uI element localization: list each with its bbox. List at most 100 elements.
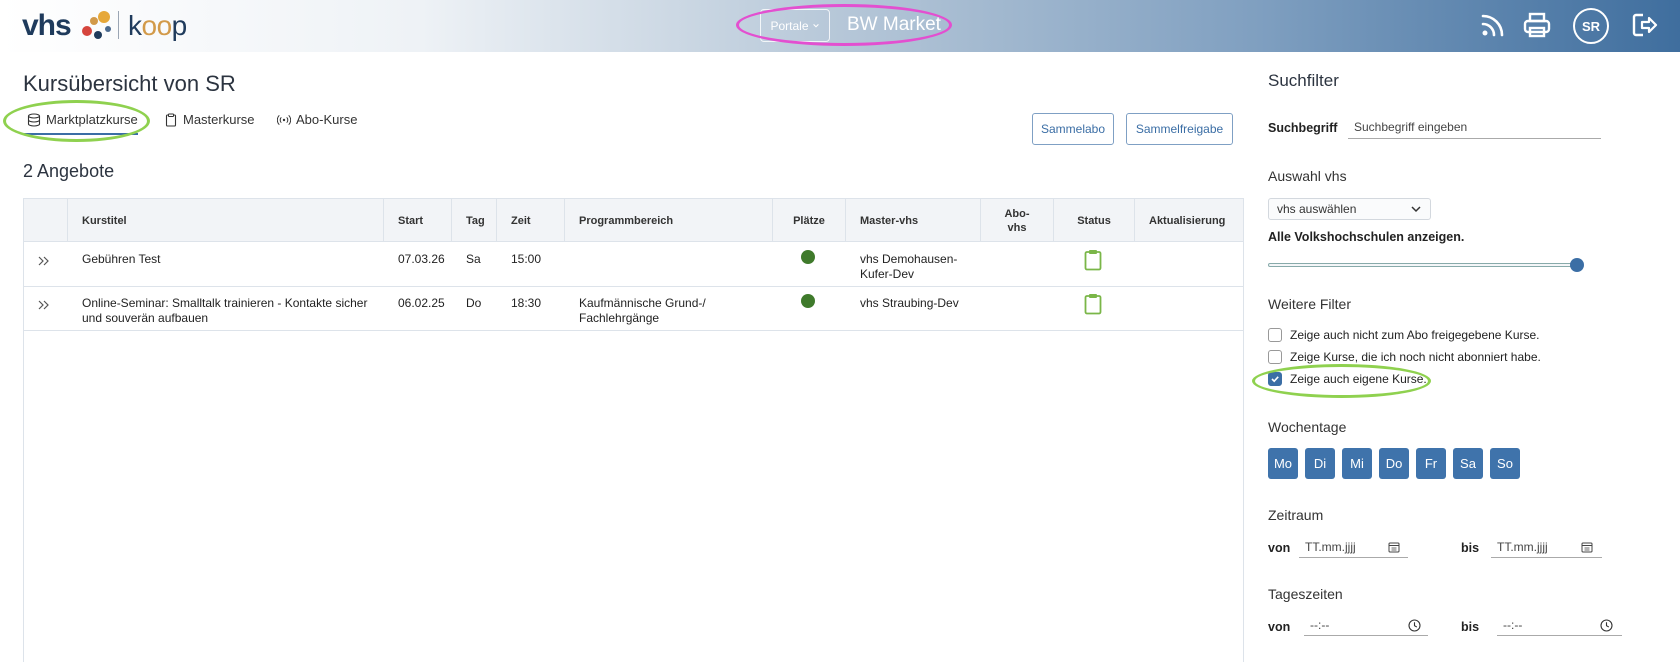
alle-vhs-label: Alle Volkshochschulen anzeigen. (1268, 230, 1465, 244)
day-button-di[interactable]: Di (1305, 448, 1335, 479)
cell-master-line1: vhs Straubing-Dev (860, 296, 959, 310)
day-button-so[interactable]: So (1490, 448, 1520, 479)
clipboard-status-icon[interactable] (1084, 249, 1102, 271)
day-button-mo[interactable]: Mo (1268, 448, 1298, 479)
header-programmbereich[interactable]: Programmbereich (564, 199, 772, 242)
day-button-fr[interactable]: Fr (1416, 448, 1446, 479)
zeitraum-von-label: von (1268, 541, 1291, 555)
highlight-ring-green-tab (3, 100, 150, 142)
vhs-select[interactable]: vhs auswählen (1268, 198, 1431, 220)
checkbox[interactable] (1268, 328, 1282, 342)
cell-kurstitel-line1: Gebühren Test (82, 252, 161, 266)
cell-start: 07.03.26 (398, 252, 445, 266)
logo-koop-k: k (128, 10, 142, 41)
filter-nicht-abonniert-label: Zeige Kurse, die ich noch nicht abonnier… (1290, 350, 1541, 364)
cell-master-vhs: vhs Demohausen- Kufer-Dev (860, 252, 975, 282)
header-kurstitel[interactable]: Kurstitel (67, 199, 383, 242)
filter-nicht-abo[interactable]: Zeige auch nicht zum Abo freigegebene Ku… (1268, 328, 1540, 342)
rss-icon[interactable] (1478, 10, 1508, 40)
clock-icon[interactable] (1408, 619, 1421, 632)
broadcast-icon (277, 114, 291, 125)
header-tag[interactable]: Tag (451, 199, 496, 242)
cell-zeit: 18:30 (511, 296, 542, 310)
highlight-ring-green-filter (1252, 364, 1431, 398)
expand-chevrons-icon[interactable] (36, 297, 52, 313)
cell-kurstitel-line2: und souverän aufbauen (82, 311, 209, 325)
tageszeit-von-label: von (1268, 620, 1291, 634)
tageszeit-von-placeholder: --:-- (1310, 617, 1330, 632)
cell-programmbereich: Kaufmännische Grund-/ Fachlehrgänge (579, 296, 769, 326)
cell-kurstitel[interactable]: Online-Seminar: Smalltalk trainieren - K… (82, 296, 378, 326)
cell-master-vhs: vhs Straubing-Dev (860, 296, 975, 311)
suchbegriff-input[interactable]: Suchbegriff eingeben (1348, 116, 1601, 139)
logo-koop-oo: oo (141, 10, 173, 41)
header-zeit[interactable]: Zeit (496, 199, 564, 242)
zeitraum-bis-label: bis (1461, 541, 1480, 555)
cell-tag: Sa (466, 252, 481, 266)
calendar-icon[interactable] (1581, 541, 1593, 553)
header-aktualisierung[interactable]: Aktualisierung (1134, 199, 1243, 242)
course-table: Kurstitel Start Tag Zeit Programmbereich… (23, 198, 1244, 662)
logout-icon[interactable] (1630, 10, 1660, 40)
expand-chevrons-icon[interactable] (36, 253, 52, 269)
logo-koop-p: p (171, 10, 188, 41)
tageszeiten-label: Tageszeiten (1268, 586, 1343, 602)
clock-icon[interactable] (1600, 619, 1613, 632)
header-abo-line2: vhs (1007, 221, 1027, 234)
auswahl-vhs-label: Auswahl vhs (1268, 168, 1347, 184)
top-header: vhs koop Portale BW Market SR (0, 0, 1680, 52)
table-row[interactable]: Gebühren Test 07.03.26 Sa 15:00 vhs Demo… (24, 243, 1243, 287)
cell-master-line2: Kufer-Dev (860, 267, 915, 281)
tab-abo-kurse-label: Abo-Kurse (296, 112, 358, 127)
cell-zeit: 15:00 (511, 252, 542, 266)
availability-dot (801, 250, 815, 264)
logo-dots-icon (82, 11, 111, 39)
cell-master-line1: vhs Demohausen- (860, 252, 958, 266)
alle-vhs-slider-thumb[interactable] (1570, 258, 1584, 272)
clipboard-icon (165, 113, 177, 127)
logo-koop: koop (128, 10, 187, 42)
day-button-sa[interactable]: Sa (1453, 448, 1483, 479)
cell-kurstitel-line1: Online-Seminar: Smalltalk trainieren - K… (82, 296, 368, 310)
cell-programm-line2: Fachlehrgänge (579, 311, 660, 325)
calendar-icon[interactable] (1388, 541, 1400, 553)
printer-icon[interactable] (1522, 10, 1552, 40)
header-expand-col (24, 199, 67, 242)
day-button-mi[interactable]: Mi (1342, 448, 1372, 479)
user-avatar[interactable]: SR (1573, 8, 1609, 44)
tab-masterkurse[interactable]: Masterkurse (164, 112, 255, 127)
table-row[interactable]: Online-Seminar: Smalltalk trainieren - K… (24, 287, 1243, 331)
checkbox[interactable] (1268, 350, 1282, 364)
tageszeit-bis-label: bis (1461, 620, 1480, 634)
weitere-filter-label: Weitere Filter (1268, 296, 1351, 312)
tab-masterkurse-label: Masterkurse (183, 112, 255, 127)
header-abo-line1: Abo- (1004, 207, 1030, 220)
filter-nicht-abo-label: Zeige auch nicht zum Abo freigegebene Ku… (1290, 328, 1540, 342)
logo-separator (118, 11, 119, 39)
cell-start: 06.02.25 (398, 296, 445, 310)
tageszeit-bis-placeholder: --:-- (1503, 617, 1523, 632)
zeitraum-von-placeholder: TT.mm.jjjj (1305, 539, 1356, 554)
sidebar-title: Suchfilter (1268, 71, 1339, 90)
alle-vhs-slider-track[interactable] (1268, 263, 1580, 267)
logo-vhs[interactable]: vhs (22, 9, 72, 43)
cell-tag: Do (466, 296, 482, 310)
highlight-ring-pink (736, 4, 952, 46)
filter-nicht-abonniert[interactable]: Zeige Kurse, die ich noch nicht abonnier… (1268, 350, 1541, 364)
zeitraum-bis-placeholder: TT.mm.jjjj (1497, 539, 1548, 554)
header-status[interactable]: Status (1053, 199, 1134, 242)
header-abo-vhs[interactable]: Abo- vhs (980, 199, 1053, 242)
clipboard-status-icon[interactable] (1084, 293, 1102, 315)
day-button-do[interactable]: Do (1379, 448, 1409, 479)
tab-abo-kurse[interactable]: Abo-Kurse (277, 112, 357, 127)
table-header: Kurstitel Start Tag Zeit Programmbereich… (24, 199, 1243, 242)
zeitraum-label: Zeitraum (1268, 507, 1324, 523)
header-plaetze[interactable]: Plätze (772, 199, 845, 242)
sammelfreigabe-button[interactable]: Sammelfreigabe (1126, 113, 1233, 145)
cell-kurstitel[interactable]: Gebühren Test (82, 252, 372, 267)
sammelabo-button[interactable]: Sammelabo (1032, 113, 1114, 145)
cell-programm-line1: Kaufmännische Grund-/ (579, 296, 706, 310)
result-count: 2 Angebote (23, 161, 115, 181)
header-start[interactable]: Start (383, 199, 451, 242)
header-master-vhs[interactable]: Master-vhs (845, 199, 980, 242)
